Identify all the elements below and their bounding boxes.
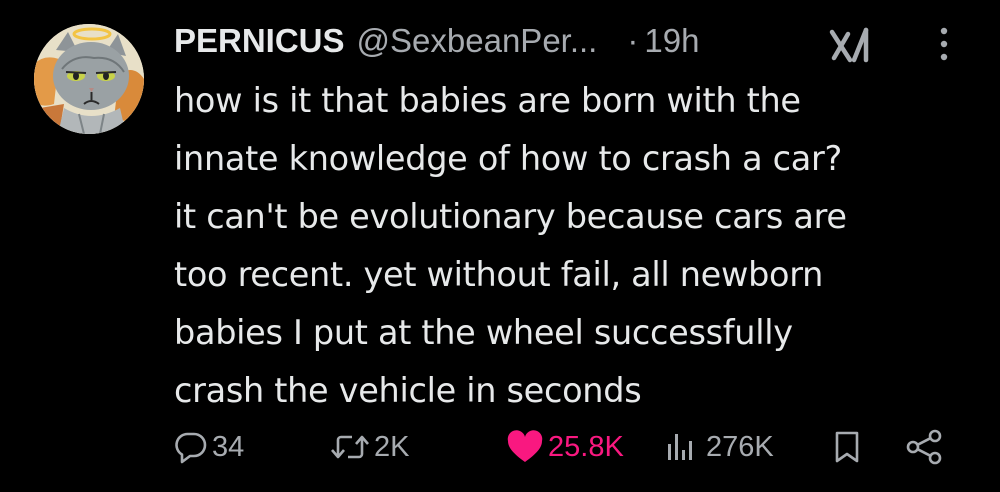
tweet-text-line: crash the vehicle in seconds bbox=[174, 371, 642, 410]
more-options-icon[interactable] bbox=[924, 22, 964, 66]
repost-button[interactable]: 2K bbox=[330, 422, 409, 472]
heart-icon bbox=[507, 430, 543, 462]
tweet: PERNICUS @SexbeanPer... · 19h how is it … bbox=[0, 0, 1000, 492]
tweet-header: PERNICUS @SexbeanPer... · 19h bbox=[174, 16, 699, 66]
tweet-text: how is it that babies are born with the … bbox=[174, 72, 974, 420]
display-name[interactable]: PERNICUS bbox=[174, 22, 345, 60]
bookmark-button[interactable] bbox=[830, 422, 864, 472]
like-button[interactable]: 25.8K bbox=[506, 422, 624, 472]
bookmark-icon bbox=[835, 431, 859, 463]
cat-avatar-image bbox=[34, 24, 144, 134]
like-count: 25.8K bbox=[548, 430, 624, 463]
tweet-text-line: how is it that babies are born with the bbox=[174, 81, 801, 120]
timestamp[interactable]: 19h bbox=[644, 22, 699, 60]
views-button[interactable]: 276K bbox=[662, 422, 774, 472]
views-count: 276K bbox=[706, 430, 774, 463]
reply-icon bbox=[175, 432, 207, 464]
share-button[interactable] bbox=[904, 422, 944, 472]
avatar[interactable] bbox=[34, 24, 144, 134]
views-icon bbox=[668, 434, 692, 460]
user-handle[interactable]: @SexbeanPer... bbox=[357, 22, 598, 60]
reply-count: 34 bbox=[212, 430, 245, 463]
tweet-text-line: too recent. yet without fail, all newbor… bbox=[174, 255, 824, 294]
reply-button[interactable]: 34 bbox=[174, 422, 244, 472]
grok-icon[interactable] bbox=[826, 24, 876, 64]
tweet-text-line: babies I put at the wheel successfully bbox=[174, 313, 793, 352]
share-icon bbox=[906, 429, 942, 465]
separator-dot: · bbox=[627, 22, 639, 59]
action-bar: 34 2K 25.8K 276K bbox=[0, 422, 1000, 472]
tweet-text-line: innate knowledge of how to crash a car? bbox=[174, 139, 842, 178]
tweet-text-line: it can't be evolutionary because cars ar… bbox=[174, 197, 847, 236]
repost-count: 2K bbox=[374, 430, 410, 463]
repost-icon bbox=[331, 435, 369, 459]
